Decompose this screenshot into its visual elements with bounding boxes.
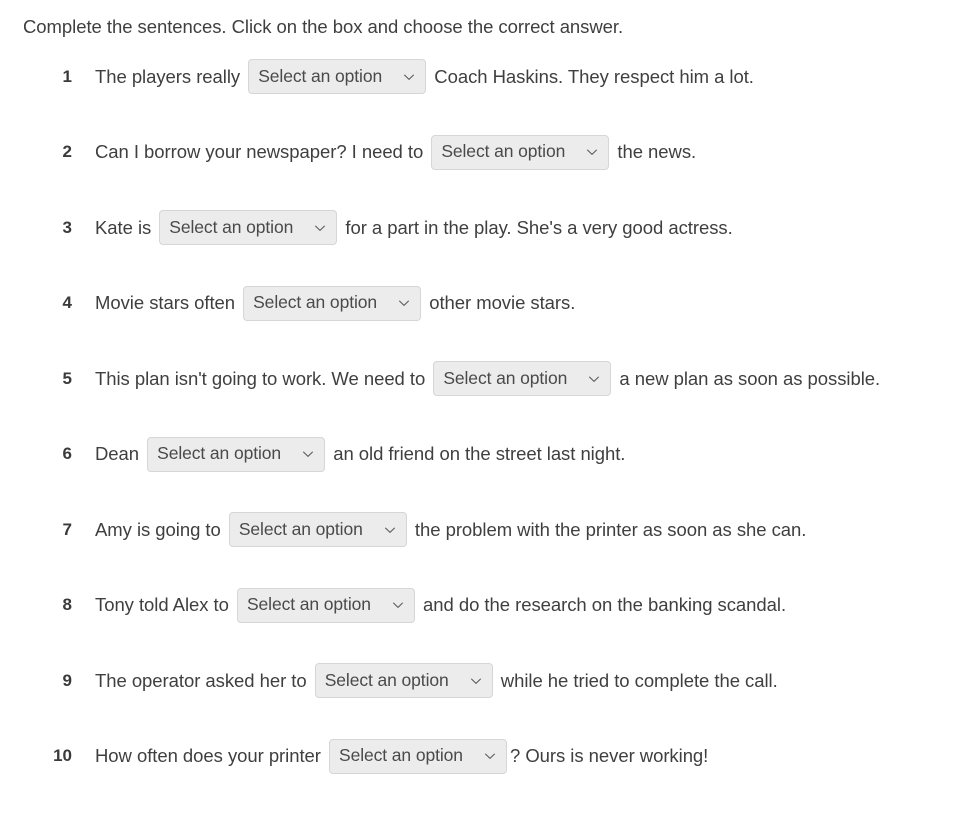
answer-select-label: Select an option bbox=[246, 594, 371, 615]
sentence-text-before: Amy is going to bbox=[95, 518, 226, 540]
answer-select-label: Select an option bbox=[157, 443, 282, 464]
answer-select-8[interactable]: Select an option bbox=[236, 587, 415, 623]
answer-select-3[interactable]: Select an option bbox=[159, 210, 338, 246]
question-sentence: The players really Select an option Coac… bbox=[95, 59, 754, 95]
answer-select-10[interactable]: Select an option bbox=[329, 738, 507, 774]
sentence-text-before: How often does your printer bbox=[95, 745, 326, 767]
question-row-8: 8 Tony told Alex to Select an option and… bbox=[0, 568, 955, 644]
question-number: 4 bbox=[62, 293, 72, 313]
answer-select-label: Select an option bbox=[169, 216, 294, 237]
answer-select-9[interactable]: Select an option bbox=[314, 663, 493, 699]
sentence-text-before: The players really bbox=[95, 65, 246, 87]
exercise-page: Complete the sentences. Click on the box… bbox=[0, 0, 955, 836]
sentence-text-after: and do the research on the banking scand… bbox=[417, 594, 787, 616]
sentence-text-before: Kate is bbox=[95, 216, 157, 238]
question-sentence: Dean Select an option an old friend on t… bbox=[95, 436, 626, 472]
answer-select-1[interactable]: Select an option bbox=[248, 59, 427, 95]
exercise-instructions: Complete the sentences. Click on the box… bbox=[23, 16, 624, 37]
sentence-text-before: The operator asked her to bbox=[95, 669, 312, 691]
sentence-text-after: ? Ours is never working! bbox=[510, 745, 709, 767]
chevron-down-icon bbox=[391, 598, 405, 612]
answer-select-label: Select an option bbox=[441, 141, 566, 162]
question-number: 2 bbox=[62, 142, 72, 162]
question-row-1: 1 The players really Select an option Co… bbox=[0, 39, 955, 115]
chevron-down-icon bbox=[587, 372, 601, 386]
sentence-text-before: Can I borrow your newspaper? I need to bbox=[95, 141, 429, 163]
chevron-down-icon bbox=[313, 221, 327, 235]
question-number: 9 bbox=[62, 670, 72, 690]
answer-select-7[interactable]: Select an option bbox=[228, 512, 407, 548]
answer-select-6[interactable]: Select an option bbox=[147, 436, 326, 472]
answer-select-2[interactable]: Select an option bbox=[431, 134, 610, 170]
answer-select-label: Select an option bbox=[258, 65, 383, 86]
question-row-9: 9 The operator asked her to Select an op… bbox=[0, 643, 955, 719]
question-sentence: Tony told Alex to Select an option and d… bbox=[95, 587, 787, 623]
chevron-down-icon bbox=[483, 749, 497, 763]
answer-select-5[interactable]: Select an option bbox=[433, 361, 612, 397]
question-sentence: Kate is Select an option for a part in t… bbox=[95, 210, 733, 246]
answer-select-label: Select an option bbox=[238, 518, 363, 539]
question-sentence: The operator asked her to Select an opti… bbox=[95, 663, 778, 699]
sentence-text-after: Coach Haskins. They respect him a lot. bbox=[429, 65, 754, 87]
question-number: 5 bbox=[62, 368, 72, 388]
sentence-text-after: the news. bbox=[612, 141, 697, 163]
answer-select-label: Select an option bbox=[253, 292, 378, 313]
sentence-text-before: Movie stars often bbox=[95, 292, 241, 314]
sentence-text-after: for a part in the play. She's a very goo… bbox=[340, 216, 733, 238]
answer-select-label: Select an option bbox=[324, 669, 449, 690]
question-number: 7 bbox=[62, 519, 72, 539]
question-row-3: 3 Kate is Select an option for a part in… bbox=[0, 190, 955, 266]
sentence-text-after: an old friend on the street last night. bbox=[328, 443, 626, 465]
question-row-2: 2 Can I borrow your newspaper? I need to… bbox=[0, 115, 955, 191]
question-row-6: 6 Dean Select an option an old friend on… bbox=[0, 417, 955, 493]
sentence-text-after: a new plan as soon as possible. bbox=[614, 367, 881, 389]
question-sentence: Can I borrow your newspaper? I need to S… bbox=[95, 134, 697, 170]
question-sentence: Amy is going to Select an option the pro… bbox=[95, 512, 807, 548]
question-row-5: 5 This plan isn't going to work. We need… bbox=[0, 341, 955, 417]
question-number: 10 bbox=[53, 746, 72, 766]
chevron-down-icon bbox=[469, 674, 483, 688]
answer-select-label: Select an option bbox=[443, 367, 568, 388]
question-sentence: This plan isn't going to work. We need t… bbox=[95, 361, 881, 397]
question-list: 1 The players really Select an option Co… bbox=[0, 39, 955, 794]
chevron-down-icon bbox=[383, 523, 397, 537]
answer-select-4[interactable]: Select an option bbox=[243, 285, 422, 321]
question-row-10: 10 How often does your printer Select an… bbox=[0, 719, 955, 795]
chevron-down-icon bbox=[402, 70, 416, 84]
sentence-text-before: Tony told Alex to bbox=[95, 594, 234, 616]
chevron-down-icon bbox=[585, 145, 599, 159]
question-sentence: How often does your printer Select an op… bbox=[95, 738, 709, 774]
question-number: 8 bbox=[62, 595, 72, 615]
question-row-7: 7 Amy is going to Select an option the p… bbox=[0, 492, 955, 568]
sentence-text-before: This plan isn't going to work. We need t… bbox=[95, 367, 431, 389]
question-sentence: Movie stars often Select an option other… bbox=[95, 285, 576, 321]
chevron-down-icon bbox=[301, 447, 315, 461]
question-number: 6 bbox=[62, 444, 72, 464]
sentence-text-after: while he tried to complete the call. bbox=[495, 669, 778, 691]
sentence-text-after: the problem with the printer as soon as … bbox=[409, 518, 807, 540]
sentence-text-after: other movie stars. bbox=[424, 292, 576, 314]
sentence-text-before: Dean bbox=[95, 443, 145, 465]
question-row-4: 4 Movie stars often Select an option oth… bbox=[0, 266, 955, 342]
question-number: 1 bbox=[62, 66, 72, 86]
question-number: 3 bbox=[62, 217, 72, 237]
answer-select-label: Select an option bbox=[339, 745, 463, 766]
chevron-down-icon bbox=[397, 296, 411, 310]
